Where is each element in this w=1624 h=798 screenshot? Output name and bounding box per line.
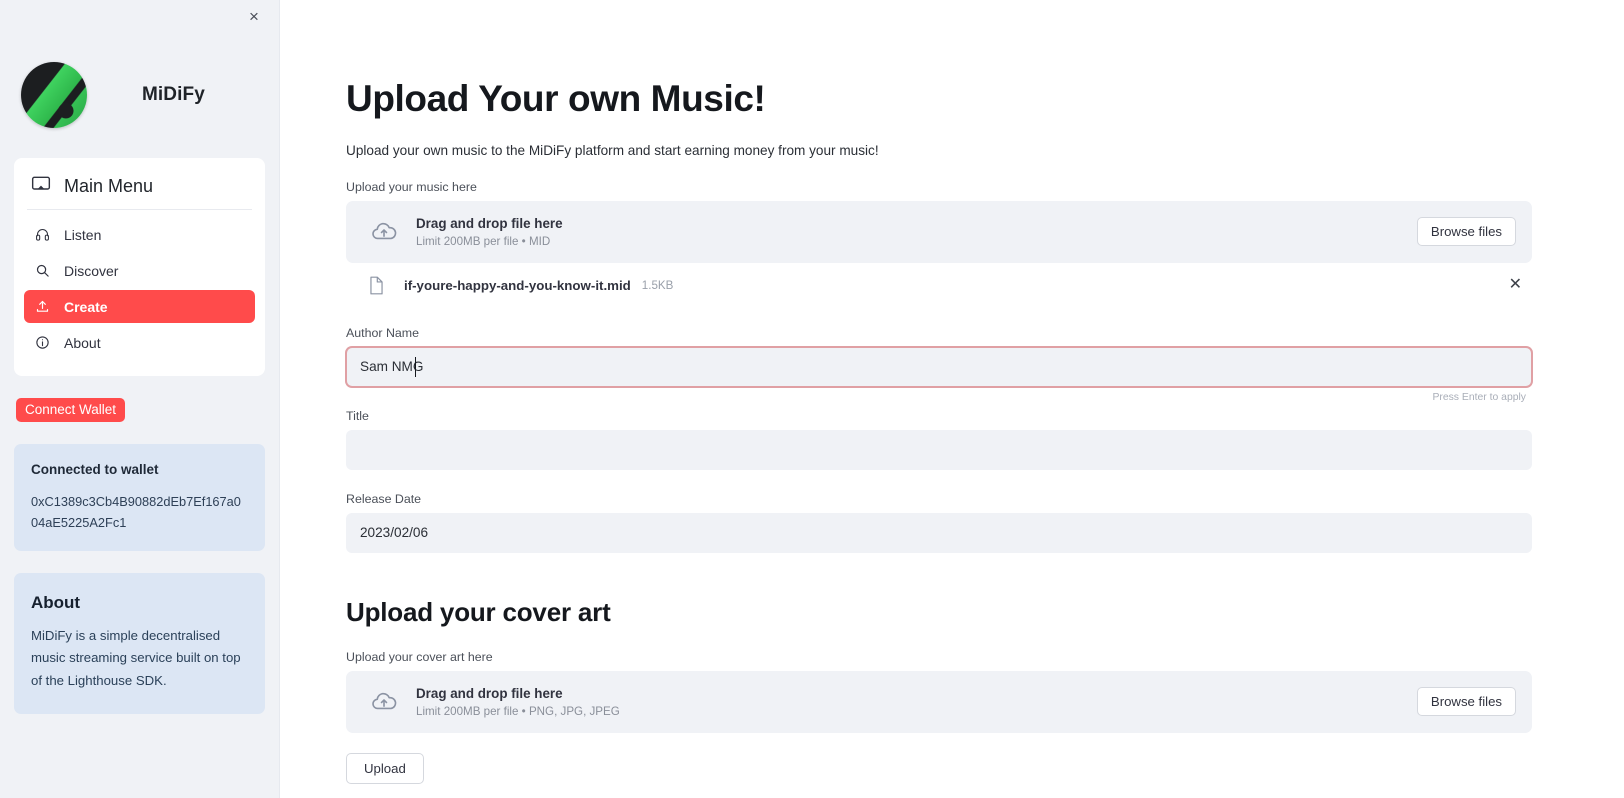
about-card: About MiDiFy is a simple decentralised m… (14, 573, 265, 714)
headphones-icon (34, 226, 51, 243)
app-root: × MiDiFy Main Menu Listen Discover Creat… (0, 0, 1624, 798)
cover-art-dropzone-text: Drag and drop file here Limit 200MB per … (416, 686, 1417, 718)
page-subtitle: Upload your own music to the MiDiFy plat… (346, 142, 879, 158)
author-name-label: Author Name (346, 325, 420, 340)
uploaded-file-size: 1.5KB (641, 278, 674, 292)
about-body: MiDiFy is a simple decentralised music s… (31, 628, 241, 688)
main-menu-title: Main Menu (64, 176, 154, 196)
sidebar-item-discover[interactable]: Discover (24, 254, 255, 287)
main-content: Upload Your own Music! Upload your own m… (280, 0, 1624, 798)
wallet-status-title: Connected to wallet (31, 462, 159, 477)
cover-art-label: Upload your cover art here (346, 649, 493, 664)
uploaded-file-name: if-youre-happy-and-you-know-it.mid (404, 277, 631, 293)
sidebar-item-create[interactable]: Create (24, 290, 255, 323)
cloud-upload-icon (364, 218, 404, 246)
sidebar-item-about[interactable]: About (24, 326, 255, 359)
remove-file-icon[interactable]: ✕ (1503, 277, 1528, 293)
brand-logo-avatar (21, 62, 87, 128)
author-name-input[interactable] (346, 346, 1532, 387)
sidebar-item-label: Create (64, 298, 108, 315)
connect-wallet-button[interactable]: Connect Wallet (16, 398, 126, 422)
release-date-input[interactable] (346, 512, 1532, 553)
main-menu-header: Main Menu (27, 170, 252, 210)
music-dropzone-text: Drag and drop file here Limit 200MB per … (416, 216, 1417, 248)
cover-art-dropzone[interactable]: Drag and drop file here Limit 200MB per … (346, 670, 1532, 733)
music-browse-files-button[interactable]: Browse files (1416, 217, 1516, 247)
music-upload-label: Upload your music here (346, 179, 477, 194)
cast-screen-icon (31, 174, 51, 199)
title-input[interactable] (346, 429, 1532, 470)
title-input-wrap (346, 429, 1532, 470)
page-title: Upload Your own Music! (346, 78, 766, 119)
cloud-upload-icon (364, 688, 404, 716)
cover-art-heading: Upload your cover art (346, 596, 611, 627)
cover-art-dropzone-title: Drag and drop file here (416, 685, 563, 701)
sidebar-item-label: Listen (64, 226, 102, 243)
upload-button[interactable]: Upload (346, 752, 424, 784)
main-menu-card: Main Menu Listen Discover Create About (14, 158, 265, 376)
wallet-status-card: Connected to wallet 0xC1389c3Cb4B90882dE… (14, 444, 265, 552)
music-dropzone-hint: Limit 200MB per file • MID (416, 234, 551, 248)
music-dropzone-title: Drag and drop file here (416, 215, 563, 231)
cover-art-dropzone-hint: Limit 200MB per file • PNG, JPG, JPEG (416, 704, 620, 718)
upload-icon (34, 298, 51, 315)
music-dropzone[interactable]: Drag and drop file here Limit 200MB per … (346, 200, 1532, 263)
sidebar: × MiDiFy Main Menu Listen Discover Creat… (0, 0, 280, 798)
press-enter-hint: Press Enter to apply (1432, 391, 1526, 403)
search-icon (34, 262, 51, 279)
brand-name: MiDiFy (142, 84, 205, 105)
uploaded-file-row: if-youre-happy-and-you-know-it.mid 1.5KB… (346, 267, 1532, 304)
release-date-input-wrap (346, 512, 1532, 553)
title-label: Title (346, 408, 369, 423)
wallet-address: 0xC1389c3Cb4B90882dEb7Ef167a004aE5225A2F… (31, 494, 241, 530)
author-name-input-wrap: Press Enter to apply (346, 346, 1532, 403)
cover-art-browse-files-button[interactable]: Browse files (1416, 687, 1516, 717)
close-icon[interactable]: × (241, 3, 267, 29)
file-icon (368, 276, 396, 295)
sidebar-item-listen[interactable]: Listen (24, 218, 255, 251)
text-caret (415, 356, 416, 377)
brand: MiDiFy (14, 0, 265, 128)
about-title: About (31, 593, 81, 613)
sidebar-item-label: About (64, 334, 101, 351)
sidebar-item-label: Discover (64, 262, 119, 279)
release-date-label: Release Date (346, 491, 422, 506)
info-icon (34, 334, 51, 351)
